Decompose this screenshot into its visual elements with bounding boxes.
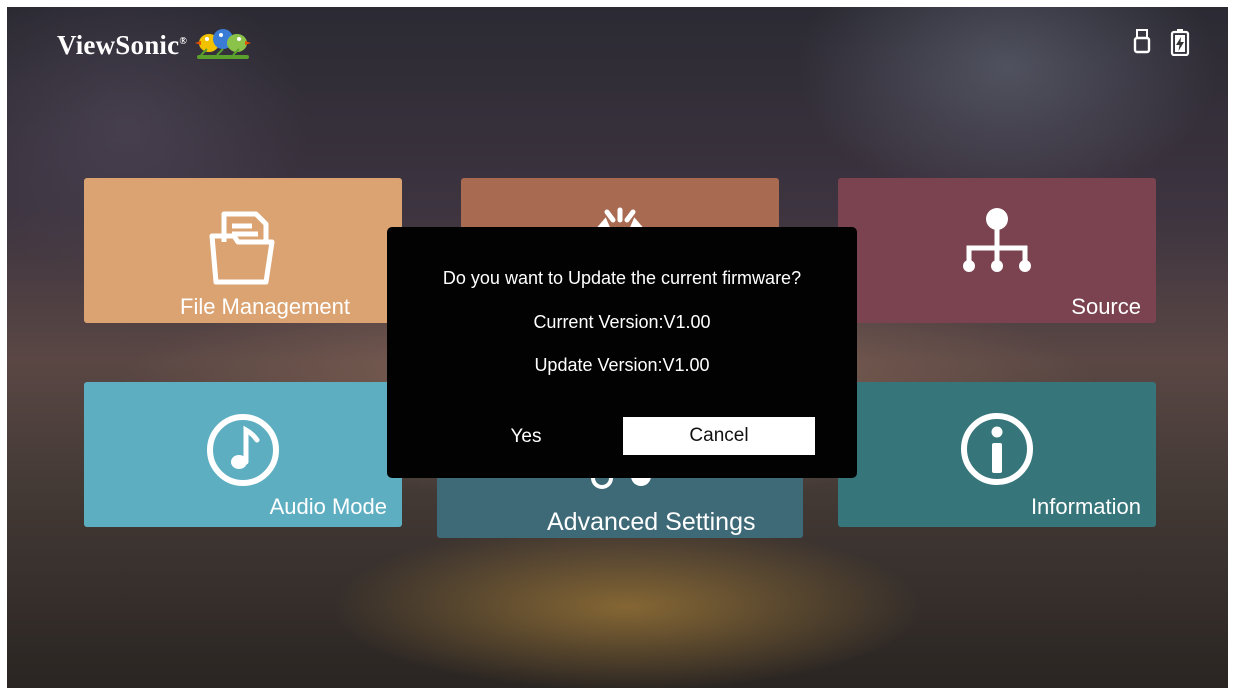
music-note-icon xyxy=(207,414,279,486)
status-bar xyxy=(1132,28,1190,56)
brand-name: ViewSonic® xyxy=(57,29,187,60)
battery-charging-icon xyxy=(1170,29,1190,56)
info-icon xyxy=(961,413,1033,485)
source-tree-icon xyxy=(963,208,1031,272)
toggle-settings-icon xyxy=(591,476,651,489)
tile-information[interactable]: Information xyxy=(838,382,1156,527)
tile-audio-mode[interactable]: Audio Mode xyxy=(84,382,402,527)
tile-label: Advanced Settings xyxy=(547,508,756,536)
tile-label: File Management xyxy=(180,294,350,319)
tile-file-management[interactable]: File Management xyxy=(84,178,402,323)
update-version-text: Update Version:V1.00 xyxy=(534,355,710,375)
yes-button[interactable]: Yes xyxy=(471,420,581,454)
tile-source[interactable]: Source xyxy=(838,178,1156,323)
brand-logo: ViewSonic® xyxy=(57,25,253,65)
firmware-update-dialog: Do you want to Update the current firmwa… xyxy=(387,227,857,478)
home-screen: ViewSonic® File Management Source Audio … xyxy=(7,7,1228,688)
current-version-text: Current Version:V1.00 xyxy=(533,312,711,332)
tile-label: Source xyxy=(1071,294,1141,319)
tile-label: Audio Mode xyxy=(269,494,387,519)
cancel-button[interactable]: Cancel xyxy=(623,417,815,455)
dialog-question: Do you want to Update the current firmwa… xyxy=(442,268,802,288)
folder-documents-icon xyxy=(209,211,275,285)
birds-logo-icon xyxy=(194,29,251,59)
usb-drive-icon xyxy=(1133,29,1151,54)
tile-label: Information xyxy=(1030,494,1141,519)
